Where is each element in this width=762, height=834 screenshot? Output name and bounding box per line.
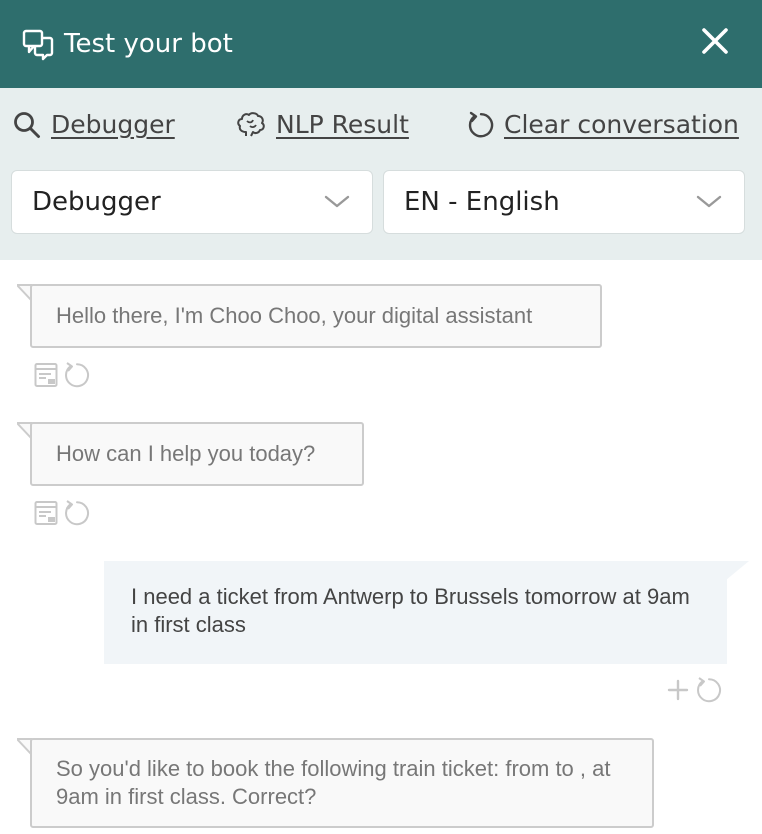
chat-bubbles-icon <box>22 29 54 61</box>
message-actions <box>34 499 94 527</box>
nlp-result-link[interactable]: NLP Result <box>236 110 409 139</box>
debugger-link[interactable]: Debugger <box>13 110 175 139</box>
plus-icon[interactable] <box>666 677 690 703</box>
language-select-value: EN - English <box>404 187 560 217</box>
user-message: I need a ticket from Antwerp to Brussels… <box>104 561 727 664</box>
bot-message: How can I help you today? <box>30 422 364 486</box>
bot-message-text: Hello there, I'm Choo Choo, your digital… <box>56 303 533 328</box>
clear-conversation-link[interactable]: Clear conversation <box>466 110 739 139</box>
card-icon[interactable] <box>34 362 58 388</box>
nlp-result-link-label: NLP Result <box>276 110 409 139</box>
chat-header: Test your bot <box>0 0 762 88</box>
reset-icon <box>468 111 494 137</box>
retry-icon[interactable] <box>694 676 722 704</box>
panel-title: Test your bot <box>64 29 233 59</box>
chevron-down-icon <box>696 195 722 208</box>
language-select[interactable]: EN - English <box>383 170 745 234</box>
retry-icon[interactable] <box>62 361 90 389</box>
card-icon[interactable] <box>34 500 58 526</box>
bot-message: So you'd like to book the following trai… <box>30 738 654 828</box>
message-actions <box>34 361 94 389</box>
mode-select[interactable]: Debugger <box>11 170 373 234</box>
debugger-link-label: Debugger <box>51 110 175 139</box>
message-actions <box>666 676 726 704</box>
brain-icon <box>237 111 265 136</box>
user-message-text: I need a ticket from Antwerp to Brussels… <box>131 584 690 637</box>
bot-message-text: How can I help you today? <box>56 441 316 466</box>
search-icon <box>14 111 40 138</box>
clear-conversation-label: Clear conversation <box>504 110 739 139</box>
bubble-tail <box>726 561 749 580</box>
bot-message-text: So you'd like to book the following trai… <box>56 756 611 809</box>
close-icon[interactable] <box>700 26 730 56</box>
chevron-down-icon <box>324 195 350 208</box>
bot-message: Hello there, I'm Choo Choo, your digital… <box>30 284 602 348</box>
mode-select-value: Debugger <box>32 187 161 217</box>
retry-icon[interactable] <box>62 499 90 527</box>
